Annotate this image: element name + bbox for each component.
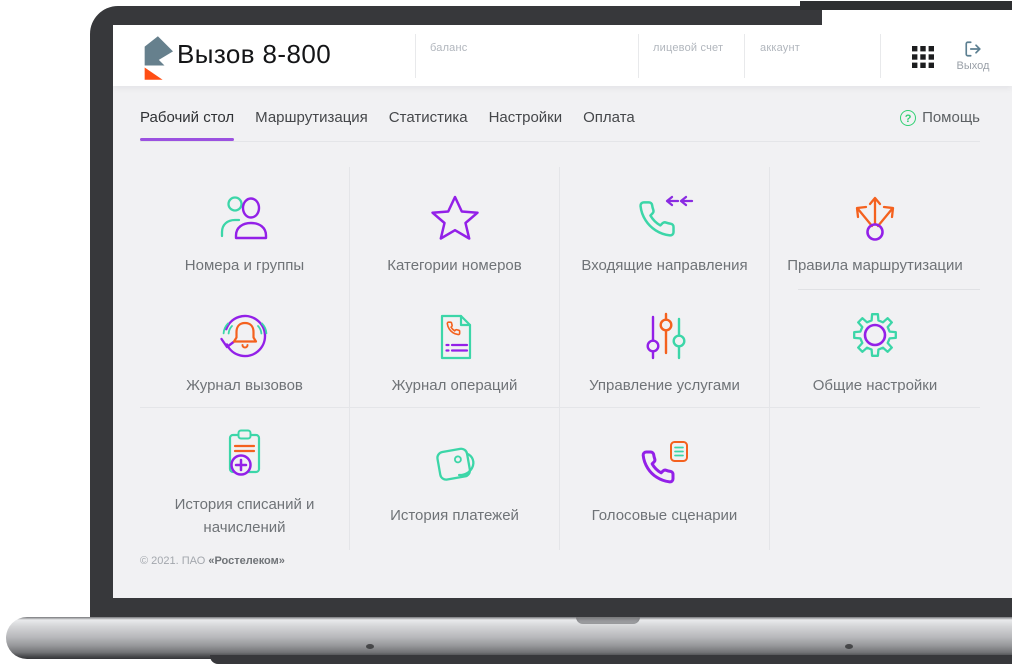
routing-icon	[849, 186, 901, 242]
tile-label: История списаний и начислений	[174, 496, 315, 536]
laptop-base-notch	[576, 617, 640, 624]
tile-label: Входящие направления	[581, 256, 748, 274]
tile-routing-rules[interactable]: Правила маршрутизации	[770, 167, 980, 290]
tile-operations-log[interactable]: Журнал операций	[350, 290, 560, 407]
users-icon	[217, 186, 273, 242]
app-footer: © 2021. ПАО «Ростелеком»	[140, 555, 285, 567]
incoming-call-icon	[635, 186, 695, 242]
laptop-base	[6, 617, 1012, 659]
dashboard-grid: Номера и группы Категории номеров Входящ…	[140, 167, 980, 550]
tile-service-management[interactable]: Управление услугами	[560, 290, 770, 407]
operations-document-icon	[429, 306, 481, 362]
copyright-text: © 2021. ПАО	[140, 555, 209, 567]
tile-label: История платежей	[390, 507, 519, 525]
tab-desktop[interactable]: Рабочий стол	[140, 109, 235, 141]
laptop-base-edge	[210, 655, 1012, 664]
nav-tabs: Рабочий стол Маршрутизация Статистика На…	[140, 100, 980, 141]
logout-label: Выход	[956, 60, 990, 72]
tile-general-settings[interactable]: Общие настройки	[770, 290, 980, 407]
tile-label: Номера и группы	[184, 256, 305, 274]
header-divider	[638, 34, 639, 78]
apps-grid-icon[interactable]	[912, 46, 934, 68]
nav-divider	[140, 141, 980, 142]
help-link[interactable]: ? Помощь	[900, 109, 980, 126]
tile-label: Голосовые сценарии	[591, 507, 738, 525]
question-circle-icon: ?	[900, 109, 917, 126]
app-header: Вызов 8-800 баланс лицевой счет аккаунт	[113, 25, 1012, 86]
gear-icon	[848, 306, 902, 362]
star-icon	[429, 186, 481, 242]
tile-label: Категории номеров	[387, 256, 522, 274]
tile-number-categories[interactable]: Категории номеров	[350, 167, 560, 290]
tile-label: Правила маршрутизации	[787, 256, 963, 274]
logout-button[interactable]: Выход	[946, 40, 1000, 72]
tile-call-log[interactable]: Журнал вызовов	[140, 290, 350, 407]
tab-routing[interactable]: Маршрутизация	[255, 109, 368, 141]
tile-voice-scenarios[interactable]: Голосовые сценарии	[560, 407, 770, 550]
tile-label: Журнал операций	[391, 376, 518, 394]
app-title: Вызов 8-800	[177, 39, 332, 69]
help-label: Помощь	[922, 109, 980, 126]
sliders-icon	[639, 306, 691, 362]
rostelecom-logo-icon	[139, 34, 173, 82]
tab-settings[interactable]: Настройки	[489, 109, 563, 141]
voice-script-icon	[637, 436, 693, 492]
laptop-lid-edge	[800, 1, 1012, 10]
clipboard-plus-icon	[219, 425, 271, 481]
tile-numbers-and-groups[interactable]: Номера и группы	[140, 167, 350, 290]
company-name: «Ростелеком»	[208, 555, 285, 567]
tile-incoming-directions[interactable]: Входящие направления	[560, 167, 770, 290]
account-label: аккаунт	[760, 42, 800, 54]
tab-statistics[interactable]: Статистика	[389, 109, 468, 141]
tile-label: Управление услугами	[589, 376, 740, 394]
laptop-mockup: Вызов 8-800 баланс лицевой счет аккаунт	[0, 0, 1012, 667]
laptop-screen: Вызов 8-800 баланс лицевой счет аккаунт	[113, 25, 1012, 598]
laptop-foot	[845, 644, 853, 649]
laptop-foot	[366, 644, 374, 649]
tile-payments-history[interactable]: История платежей	[350, 407, 560, 550]
tile-label: Журнал вызовов	[186, 376, 303, 394]
balance-label: баланс	[430, 42, 468, 54]
header-divider	[744, 34, 745, 78]
wallet-icon	[427, 436, 483, 492]
logout-icon	[946, 40, 1000, 58]
personal-account-label: лицевой счет	[653, 42, 724, 54]
header-divider	[880, 34, 881, 78]
call-log-bell-icon	[217, 306, 273, 362]
header-divider	[415, 34, 416, 78]
main-nav: Рабочий стол Маршрутизация Статистика На…	[140, 100, 980, 142]
tile-label: Общие настройки	[812, 376, 938, 394]
tab-payment[interactable]: Оплата	[583, 109, 635, 141]
empty-grid-cell	[770, 407, 980, 550]
tile-charges-history[interactable]: История списаний и начислений	[140, 407, 350, 550]
